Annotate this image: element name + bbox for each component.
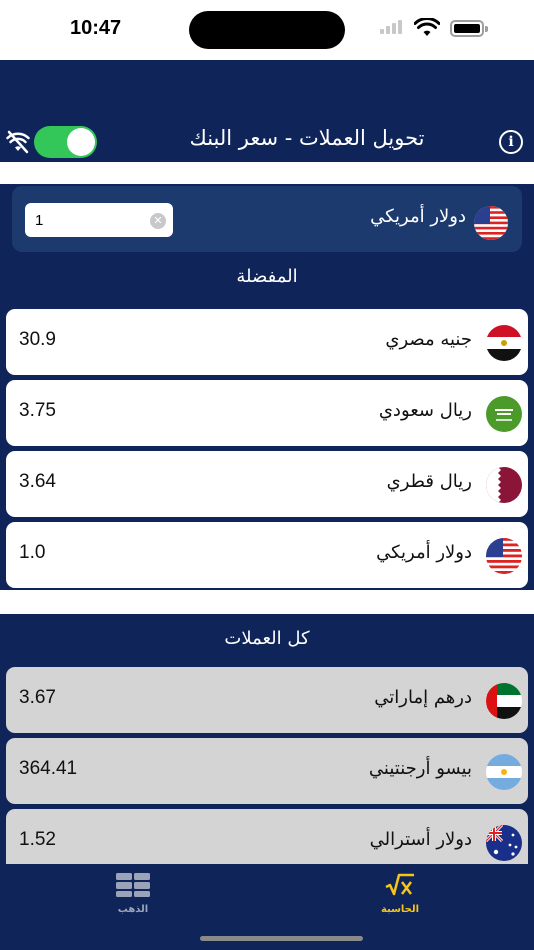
home-indicator [200, 936, 363, 941]
divider [0, 590, 534, 614]
favorites-title: المفضلة [236, 266, 298, 287]
battery-icon [450, 20, 488, 37]
favorites-section: ✕ دولار أمريكي المفضلة 30.9 جنيه مصري 3.… [0, 184, 534, 590]
favorite-row[interactable]: 1.0 دولار أمريكي [6, 522, 528, 588]
currency-row[interactable]: 3.67 درهم إماراتي [6, 667, 528, 733]
argentina-flag-icon [486, 754, 522, 790]
currency-name: بيسو أرجنتيني [368, 758, 472, 779]
wifi-icon [414, 18, 440, 36]
rate-value: 1.0 [19, 542, 46, 563]
status-time: 10:47 [70, 17, 122, 39]
usa-flag-icon [486, 538, 522, 574]
amount-field[interactable]: ✕ [25, 203, 173, 237]
divider [0, 162, 534, 184]
base-currency-label[interactable]: دولار أمريكي [370, 206, 466, 227]
favorite-row[interactable]: 3.75 ريال سعودي [6, 380, 528, 446]
favorite-row[interactable]: 3.64 ريال قطري [6, 451, 528, 517]
uae-flag-icon [486, 683, 522, 719]
app-header: i تحويل العملات - سعر البنك [0, 60, 534, 162]
dynamic-island [189, 11, 345, 49]
status-bar: 10:47 [0, 0, 534, 60]
all-currencies-title: كل العملات [224, 628, 310, 649]
page-title: تحويل العملات - سعر البنك [189, 126, 425, 150]
rate-value: 3.75 [19, 400, 56, 421]
tab-gold-label: الذهب [117, 904, 149, 915]
online-rates-toggle[interactable] [34, 126, 97, 158]
wifi-off-icon [6, 130, 30, 154]
gold-bars-icon [116, 873, 150, 897]
currency-name: درهم إماراتي [374, 687, 472, 708]
saudi-flag-icon [486, 396, 522, 432]
all-currencies-section: كل العملات 3.67 درهم إماراتي 364.41 بيسو… [0, 614, 534, 864]
egypt-flag-icon [486, 325, 522, 361]
square-root-icon [385, 873, 414, 896]
rate-value: 30.9 [19, 329, 56, 350]
currency-name: دولار أمريكي [376, 542, 472, 563]
clear-icon[interactable]: ✕ [150, 213, 166, 229]
info-icon[interactable]: i [499, 130, 523, 154]
qatar-flag-icon [486, 467, 522, 503]
converter-card: ✕ دولار أمريكي [12, 186, 522, 252]
amount-input[interactable] [35, 209, 135, 231]
rate-value: 3.67 [19, 687, 56, 708]
currency-row[interactable]: 1.52 دولار أسترالي [6, 809, 528, 864]
tab-calculator[interactable]: الحاسبة [350, 872, 450, 915]
currency-row[interactable]: 364.41 بيسو أرجنتيني [6, 738, 528, 804]
currency-name: دولار أسترالي [369, 829, 472, 850]
currency-name: ريال قطري [386, 471, 472, 492]
australia-flag-icon [486, 825, 522, 861]
usa-flag-icon[interactable] [474, 206, 508, 240]
currency-name: جنيه مصري [385, 329, 472, 350]
currency-name: ريال سعودي [378, 400, 472, 421]
rate-value: 3.64 [19, 471, 56, 492]
rate-value: 1.52 [19, 829, 56, 850]
cellular-signal-icon [380, 20, 402, 34]
tab-calculator-label: الحاسبة [380, 904, 420, 915]
rate-value: 364.41 [19, 758, 78, 779]
tab-gold[interactable]: الذهب [83, 872, 183, 915]
favorite-row[interactable]: 30.9 جنيه مصري [6, 309, 528, 375]
